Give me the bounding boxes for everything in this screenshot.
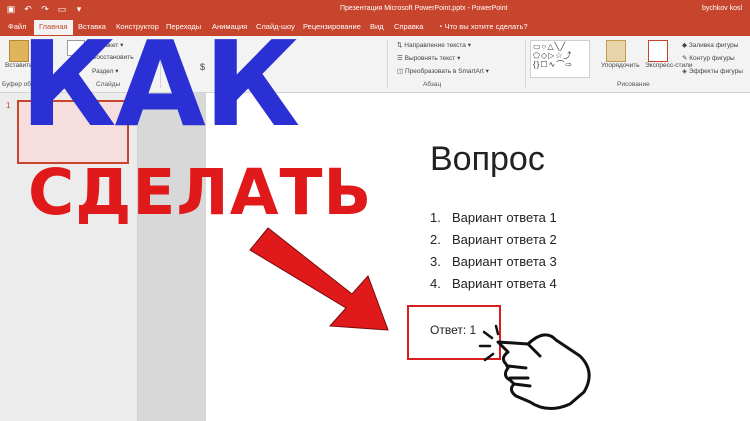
pointing-hand-icon (496, 333, 591, 410)
overlay-title-line2: СДЕЛАТЬ (28, 156, 373, 229)
overlay-title-line1: КАК (20, 15, 300, 153)
click-burst-icon (478, 324, 500, 362)
red-arrow-icon (249, 227, 389, 331)
